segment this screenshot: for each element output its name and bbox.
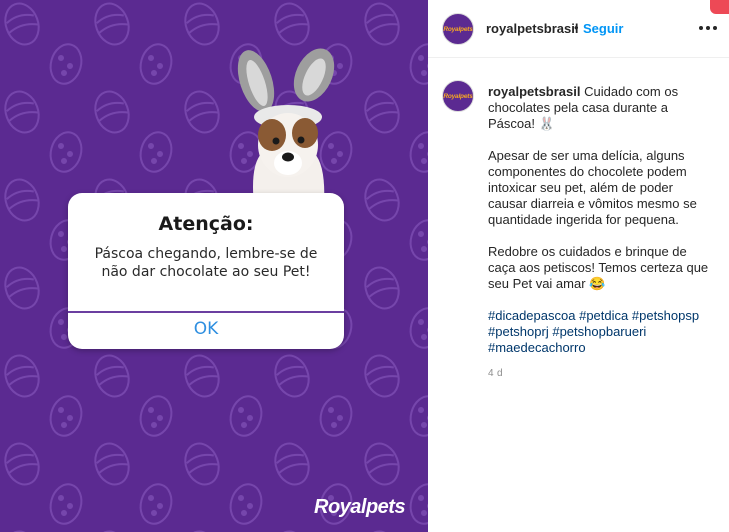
post-header: Royalpets royalpetsbrasil • Seguir [428,0,729,58]
ellipsis-icon[interactable] [697,17,719,39]
hashtag-link[interactable]: #dicadepascoa [488,308,575,323]
avatar-logo-text: Royalpets [443,92,473,100]
brand-logo: Royalpets [314,496,406,518]
alert-title: Atenção: [158,213,254,235]
hashtag-link[interactable]: #petdica [579,308,628,323]
caption-avatar[interactable]: Royalpets [442,80,474,112]
caption-intro: royalpetsbrasil Cuidado com os chocolate… [488,84,710,132]
follow-button[interactable]: Seguir [583,21,623,36]
alert-dialog: Atenção: Páscoa chegando, lembre-se de n… [68,193,344,349]
alert-message: Páscoa chegando, lembre-se de não dar ch… [94,246,318,280]
post-panel: Royalpets royalpetsbrasil • Seguir Royal… [428,0,729,532]
post-caption: royalpetsbrasil Cuidado com os chocolate… [488,84,710,356]
separator-dot: • [574,20,579,35]
more-options-icon [699,26,717,30]
hashtag-link[interactable]: #petshopsp [632,308,699,323]
alert-ok-button[interactable]: OK [68,313,344,349]
hashtag-link[interactable]: #maedecachorro [488,340,586,355]
username-link[interactable]: royalpetsbrasil [486,21,579,36]
hashtag-list: #dicadepascoa #petdica #petshopsp #petsh… [488,308,710,356]
caption-username[interactable]: royalpetsbrasil [488,84,581,99]
hashtag-link[interactable]: #petshopbarueri [552,324,646,339]
post-timestamp[interactable]: 4 d [488,368,503,379]
post-image[interactable]: Atenção: Páscoa chegando, lembre-se de n… [0,0,428,532]
hashtag-link[interactable]: #petshoprj [488,324,549,339]
bunny-ears-dog-illustration [237,48,335,205]
avatar[interactable]: Royalpets [442,13,474,45]
avatar-logo-text: Royalpets [443,25,473,33]
caption-paragraph: Redobre os cuidados e brinque de caça ao… [488,244,709,291]
caption-paragraph: Apesar de ser uma delícia, alguns compon… [488,148,697,227]
